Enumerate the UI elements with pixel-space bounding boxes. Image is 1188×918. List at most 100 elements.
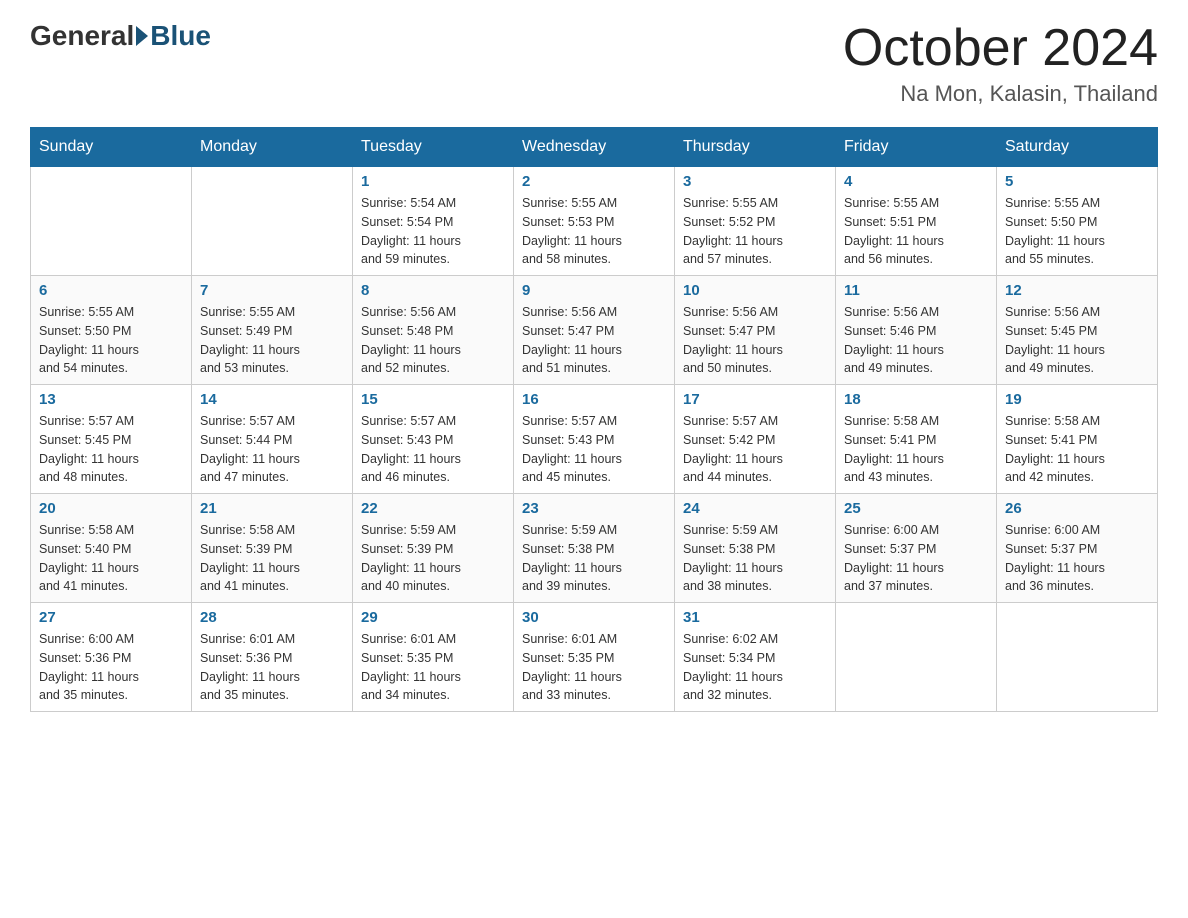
calendar-cell: 25 Sunrise: 6:00 AMSunset: 5:37 PMDayligh… bbox=[836, 494, 997, 603]
calendar-cell: 3Sunrise: 5:55 AMSunset: 5:52 PMDaylight… bbox=[675, 167, 836, 276]
calendar-cell: 6 Sunrise: 5:55 AMSunset: 5:50 PMDaylight… bbox=[31, 276, 192, 385]
day-number: 19 bbox=[1005, 391, 1149, 408]
day-info: Sunrise: 5:57 AMSunset: 5:45 PMDaylight:… bbox=[39, 412, 183, 487]
day-info: Sunrise: 5:57 AMSunset: 5:42 PMDaylight:… bbox=[683, 412, 827, 487]
day-number: 1 bbox=[361, 173, 505, 190]
day-header-friday: Friday bbox=[836, 128, 997, 167]
calendar-cell: 19 Sunrise: 5:58 AMSunset: 5:41 PMDayligh… bbox=[997, 385, 1158, 494]
day-number: 26 bbox=[1005, 500, 1149, 517]
day-info: Sunrise: 5:56 AMSunset: 5:47 PMDaylight:… bbox=[522, 303, 666, 378]
calendar-cell bbox=[192, 167, 353, 276]
calendar-cell: 22 Sunrise: 5:59 AMSunset: 5:39 PMDayligh… bbox=[353, 494, 514, 603]
day-number: 24 bbox=[683, 500, 827, 517]
calendar-cell: 18 Sunrise: 5:58 AMSunset: 5:41 PMDayligh… bbox=[836, 385, 997, 494]
day-info: Sunrise: 5:57 AMSunset: 5:43 PMDaylight:… bbox=[522, 412, 666, 487]
calendar-cell: 30 Sunrise: 6:01 AMSunset: 5:35 PMDayligh… bbox=[514, 603, 675, 712]
day-number: 6 bbox=[39, 282, 183, 299]
day-info: Sunrise: 6:00 AMSunset: 5:37 PMDaylight:… bbox=[1005, 521, 1149, 596]
day-number: 18 bbox=[844, 391, 988, 408]
day-header-thursday: Thursday bbox=[675, 128, 836, 167]
day-info: Sunrise: 6:02 AMSunset: 5:34 PMDaylight:… bbox=[683, 630, 827, 705]
day-info: Sunrise: 5:59 AMSunset: 5:39 PMDaylight:… bbox=[361, 521, 505, 596]
day-header-sunday: Sunday bbox=[31, 128, 192, 167]
calendar-cell: 29 Sunrise: 6:01 AMSunset: 5:35 PMDayligh… bbox=[353, 603, 514, 712]
day-number: 20 bbox=[39, 500, 183, 517]
day-number: 9 bbox=[522, 282, 666, 299]
calendar-cell: 28 Sunrise: 6:01 AMSunset: 5:36 PMDayligh… bbox=[192, 603, 353, 712]
day-info: Sunrise: 5:54 AMSunset: 5:54 PMDaylight:… bbox=[361, 194, 505, 269]
calendar-week-row: 27 Sunrise: 6:00 AMSunset: 5:36 PMDayligh… bbox=[31, 603, 1158, 712]
day-number: 13 bbox=[39, 391, 183, 408]
day-info: Sunrise: 5:56 AMSunset: 5:46 PMDaylight:… bbox=[844, 303, 988, 378]
day-info: Sunrise: 6:00 AMSunset: 5:36 PMDaylight:… bbox=[39, 630, 183, 705]
day-info: Sunrise: 6:00 AMSunset: 5:37 PMDaylight:… bbox=[844, 521, 988, 596]
day-number: 25 bbox=[844, 500, 988, 517]
calendar-location: Na Mon, Kalasin, Thailand bbox=[843, 81, 1158, 107]
day-number: 27 bbox=[39, 609, 183, 626]
calendar-cell: 31 Sunrise: 6:02 AMSunset: 5:34 PMDayligh… bbox=[675, 603, 836, 712]
calendar-cell: 26 Sunrise: 6:00 AMSunset: 5:37 PMDayligh… bbox=[997, 494, 1158, 603]
day-number: 11 bbox=[844, 282, 988, 299]
title-block: October 2024 Na Mon, Kalasin, Thailand bbox=[843, 20, 1158, 107]
day-number: 7 bbox=[200, 282, 344, 299]
calendar-cell: 14Sunrise: 5:57 AMSunset: 5:44 PMDayligh… bbox=[192, 385, 353, 494]
day-info: Sunrise: 5:58 AMSunset: 5:39 PMDaylight:… bbox=[200, 521, 344, 596]
calendar-header-row: SundayMondayTuesdayWednesdayThursdayFrid… bbox=[31, 128, 1158, 167]
day-info: Sunrise: 5:58 AMSunset: 5:40 PMDaylight:… bbox=[39, 521, 183, 596]
day-info: Sunrise: 5:56 AMSunset: 5:45 PMDaylight:… bbox=[1005, 303, 1149, 378]
calendar-cell: 9 Sunrise: 5:56 AMSunset: 5:47 PMDaylight… bbox=[514, 276, 675, 385]
day-number: 4 bbox=[844, 173, 988, 190]
logo: General Blue bbox=[30, 20, 211, 52]
day-info: Sunrise: 5:58 AMSunset: 5:41 PMDaylight:… bbox=[1005, 412, 1149, 487]
calendar-table: SundayMondayTuesdayWednesdayThursdayFrid… bbox=[30, 127, 1158, 712]
day-number: 21 bbox=[200, 500, 344, 517]
day-info: Sunrise: 5:56 AMSunset: 5:47 PMDaylight:… bbox=[683, 303, 827, 378]
calendar-cell: 4 Sunrise: 5:55 AMSunset: 5:51 PMDaylight… bbox=[836, 167, 997, 276]
day-info: Sunrise: 5:55 AMSunset: 5:50 PMDaylight:… bbox=[1005, 194, 1149, 269]
day-info: Sunrise: 6:01 AMSunset: 5:36 PMDaylight:… bbox=[200, 630, 344, 705]
logo-blue-text: Blue bbox=[150, 20, 211, 52]
day-number: 5 bbox=[1005, 173, 1149, 190]
calendar-week-row: 13 Sunrise: 5:57 AMSunset: 5:45 PMDayligh… bbox=[31, 385, 1158, 494]
calendar-cell bbox=[997, 603, 1158, 712]
day-info: Sunrise: 5:59 AMSunset: 5:38 PMDaylight:… bbox=[522, 521, 666, 596]
day-header-monday: Monday bbox=[192, 128, 353, 167]
calendar-cell: 8Sunrise: 5:56 AMSunset: 5:48 PMDaylight… bbox=[353, 276, 514, 385]
day-number: 28 bbox=[200, 609, 344, 626]
day-info: Sunrise: 5:55 AMSunset: 5:50 PMDaylight:… bbox=[39, 303, 183, 378]
calendar-title: October 2024 bbox=[843, 20, 1158, 77]
day-info: Sunrise: 5:56 AMSunset: 5:48 PMDaylight:… bbox=[361, 303, 505, 378]
calendar-cell bbox=[836, 603, 997, 712]
day-number: 10 bbox=[683, 282, 827, 299]
day-info: Sunrise: 5:57 AMSunset: 5:43 PMDaylight:… bbox=[361, 412, 505, 487]
calendar-cell: 7Sunrise: 5:55 AMSunset: 5:49 PMDaylight… bbox=[192, 276, 353, 385]
day-info: Sunrise: 6:01 AMSunset: 5:35 PMDaylight:… bbox=[361, 630, 505, 705]
day-info: Sunrise: 5:55 AMSunset: 5:53 PMDaylight:… bbox=[522, 194, 666, 269]
day-info: Sunrise: 5:59 AMSunset: 5:38 PMDaylight:… bbox=[683, 521, 827, 596]
calendar-cell: 12Sunrise: 5:56 AMSunset: 5:45 PMDayligh… bbox=[997, 276, 1158, 385]
day-info: Sunrise: 5:55 AMSunset: 5:51 PMDaylight:… bbox=[844, 194, 988, 269]
calendar-week-row: 20 Sunrise: 5:58 AMSunset: 5:40 PMDayligh… bbox=[31, 494, 1158, 603]
day-number: 17 bbox=[683, 391, 827, 408]
calendar-cell: 16Sunrise: 5:57 AMSunset: 5:43 PMDayligh… bbox=[514, 385, 675, 494]
logo-arrow-icon bbox=[136, 26, 148, 46]
day-info: Sunrise: 5:57 AMSunset: 5:44 PMDaylight:… bbox=[200, 412, 344, 487]
calendar-week-row: 6 Sunrise: 5:55 AMSunset: 5:50 PMDaylight… bbox=[31, 276, 1158, 385]
day-number: 22 bbox=[361, 500, 505, 517]
day-number: 29 bbox=[361, 609, 505, 626]
day-header-saturday: Saturday bbox=[997, 128, 1158, 167]
day-info: Sunrise: 6:01 AMSunset: 5:35 PMDaylight:… bbox=[522, 630, 666, 705]
day-header-tuesday: Tuesday bbox=[353, 128, 514, 167]
day-info: Sunrise: 5:58 AMSunset: 5:41 PMDaylight:… bbox=[844, 412, 988, 487]
day-number: 30 bbox=[522, 609, 666, 626]
calendar-cell: 2 Sunrise: 5:55 AMSunset: 5:53 PMDaylight… bbox=[514, 167, 675, 276]
page-header: General Blue October 2024 Na Mon, Kalasi… bbox=[30, 20, 1158, 107]
day-number: 31 bbox=[683, 609, 827, 626]
calendar-cell: 17 Sunrise: 5:57 AMSunset: 5:42 PMDayligh… bbox=[675, 385, 836, 494]
logo-general-text: General bbox=[30, 20, 134, 52]
calendar-cell: 5 Sunrise: 5:55 AMSunset: 5:50 PMDaylight… bbox=[997, 167, 1158, 276]
day-number: 2 bbox=[522, 173, 666, 190]
day-number: 15 bbox=[361, 391, 505, 408]
day-number: 23 bbox=[522, 500, 666, 517]
calendar-cell: 27 Sunrise: 6:00 AMSunset: 5:36 PMDayligh… bbox=[31, 603, 192, 712]
